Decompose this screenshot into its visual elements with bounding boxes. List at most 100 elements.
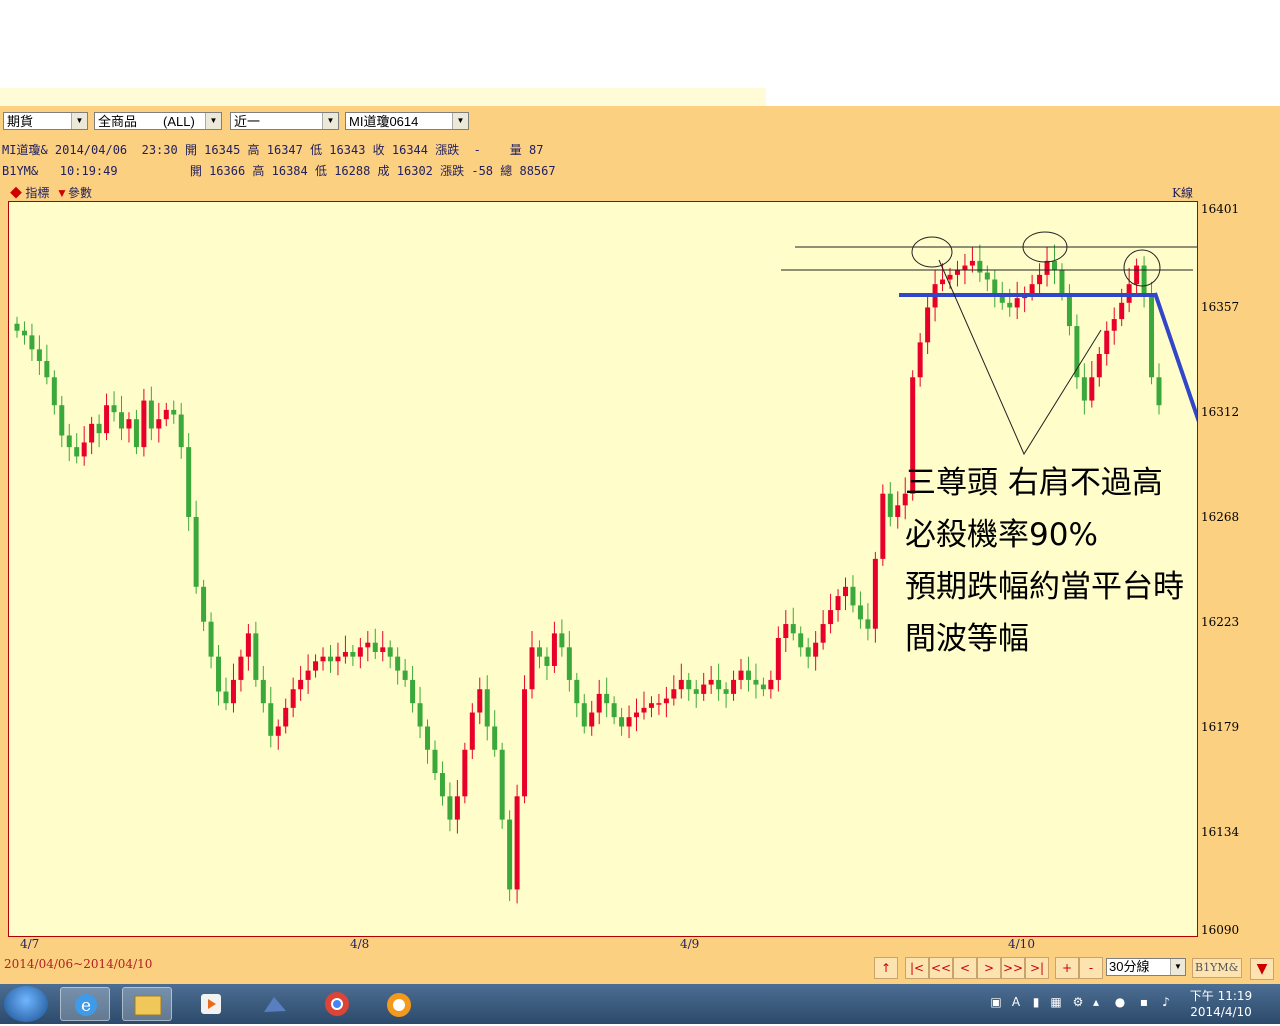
candle-body [313,661,319,671]
candle-body [178,414,184,448]
candle-body [410,679,416,704]
start-button[interactable] [4,986,48,1022]
candle-body [619,717,625,727]
clock-time: 下午 11:19 [1189,989,1253,1003]
tray-icon[interactable]: ● [1112,994,1128,1010]
candle-body [36,349,42,361]
quote-line-1: MI道瓊& 2014/04/06 23:30 開 16345 高 16347 低… [2,143,544,157]
candle-body [507,819,513,890]
page-back-button[interactable]: << [929,957,953,979]
candle-body [790,624,796,634]
candle-body [798,633,804,648]
candle-body [454,796,460,820]
candle-body [947,274,953,280]
candle-body [865,619,871,629]
chrome-taskbar-icon[interactable] [312,987,362,1021]
zoom-in-button[interactable]: + [1055,957,1079,979]
up-button[interactable]: ↑ [874,957,898,979]
candle-body [1096,354,1102,378]
candle-body [245,633,251,657]
candle-body [499,749,505,820]
annotation-line: 必殺機率90% [905,517,1098,553]
candle-body [857,605,863,620]
symbol-field[interactable]: B1YM& [1192,958,1242,978]
candle-body [529,647,535,690]
candle-body [268,703,274,736]
candle-body [1059,270,1065,294]
candle-body [1066,293,1072,327]
market-select[interactable]: 期貨 ▼ [3,112,88,130]
first-button[interactable]: |< [905,957,929,979]
clock[interactable]: 下午 11:19 2014/4/10 [1186,988,1256,1020]
candle-body [395,656,401,671]
candle-body [768,679,774,690]
candle-body [298,679,304,690]
candle-body [969,260,975,266]
candle-body [716,679,722,690]
candle-body [589,712,595,727]
chat-taskbar-icon[interactable] [374,987,424,1021]
network-icon[interactable]: ▪ [1136,994,1152,1010]
candle-body [984,272,990,280]
tray-icon[interactable]: ▦ [1048,994,1064,1010]
candle-body [350,651,356,657]
indicator-button[interactable]: 指標 [25,186,49,200]
chevron-up-icon[interactable]: ▴ [1088,994,1104,1010]
candle-body [141,400,147,448]
chevron-down-icon: ▼ [1170,959,1185,975]
candle-body [201,586,207,622]
candle-body [186,447,192,517]
candle-body [872,558,878,629]
chart-tools: ◆ 指標 ▼參數 [10,184,92,201]
forward-button[interactable]: > [977,957,1001,979]
date-range: 2014/04/06~2014/04/10 [4,957,153,971]
candle-body [656,703,662,705]
candle-body [432,749,438,774]
candle-body [208,621,214,657]
product-select[interactable]: 全商品 (ALL) ▼ [94,112,222,130]
candle-body [992,279,998,294]
candle-body [81,442,87,457]
candle-body [925,307,931,343]
candle-body [66,435,72,448]
down-arrow-icon[interactable]: ▼ [1250,958,1274,980]
volume-icon[interactable]: ♪ [1158,994,1174,1010]
y-tick: 16134 [1201,825,1240,839]
symbol-select[interactable]: MI道瓊0614 ▼ [345,112,469,130]
period-select[interactable]: 30分線 ▼ [1106,958,1186,976]
candle-body [775,638,781,680]
candle-body [835,596,841,611]
candle-body [917,342,923,378]
candle-body [193,516,199,587]
candle-body [387,647,393,657]
folder-taskbar-icon[interactable] [122,987,172,1021]
tray-icon[interactable]: ▣ [988,994,1004,1010]
candle-body [1149,293,1155,378]
app-taskbar-icon[interactable] [250,987,300,1021]
candle-body [171,409,177,415]
candle-body [238,656,244,680]
ie-taskbar-icon[interactable]: e [60,987,110,1021]
candle-body [641,707,647,713]
candle-body [439,773,445,797]
candle-body [738,670,744,680]
annotation-line: 間波等幅 [905,621,1029,657]
y-tick: 16401 [1201,202,1240,216]
tray-icon[interactable]: ▮ [1028,994,1044,1010]
candle-body [514,796,520,890]
candle-body [820,624,826,643]
media-taskbar-icon[interactable] [186,987,236,1021]
page-forward-button[interactable]: >> [1001,957,1025,979]
candle-body [96,423,102,434]
back-button[interactable]: < [953,957,977,979]
range-select[interactable]: 近一 ▼ [230,112,339,130]
tray-icon[interactable]: ⚙ [1070,994,1086,1010]
candle-body [357,647,363,657]
tray-icon[interactable]: A [1008,994,1024,1010]
candle-body [813,642,819,657]
candle-body [895,505,901,517]
params-button[interactable]: 參數 [68,186,92,200]
zoom-out-button[interactable]: - [1079,957,1103,979]
clock-date: 2014/4/10 [1190,1005,1252,1019]
last-button[interactable]: >| [1025,957,1049,979]
